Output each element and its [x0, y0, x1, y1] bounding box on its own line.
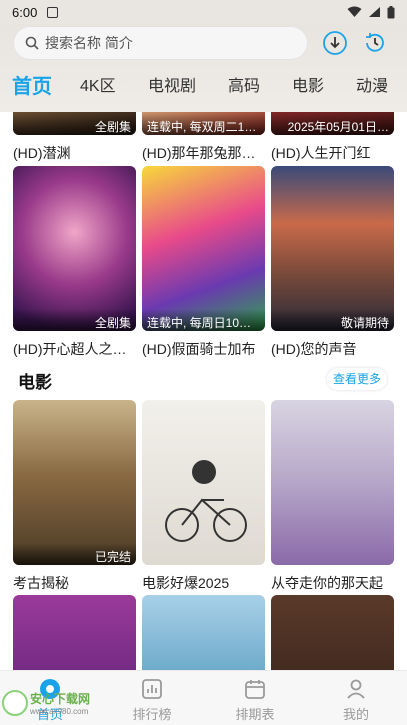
- tabbar-label: 排期表: [235, 707, 275, 722]
- section-title-movies: 电影: [18, 373, 52, 392]
- tab-4k[interactable]: 4K区: [80, 72, 116, 96]
- signal-icon: [369, 7, 380, 17]
- status-badge: 连载中, 每周日10…: [142, 309, 265, 331]
- video-title: (HD)开心超人之…: [13, 341, 127, 357]
- video-title: (HD)潜渊: [13, 145, 71, 161]
- video-card[interactable]: 全剧集 (HD)开心超人之…: [13, 166, 136, 359]
- video-card[interactable]: 敬请期待 (HD)您的声音: [271, 166, 394, 359]
- bicycle-illustration: [165, 460, 247, 542]
- search-placeholder: 搜索名称 简介: [45, 35, 133, 51]
- watermark: 安心下载网 www.ax980.com: [2, 690, 90, 716]
- schedule-icon: [245, 680, 265, 699]
- poster-image: 连载中, 每双周二1…: [142, 112, 265, 135]
- tab-home[interactable]: 首页: [12, 70, 52, 99]
- video-card[interactable]: 全剧集 (HD)潜渊: [13, 112, 136, 163]
- video-card[interactable]: 2025年05月01日… (HD)人生开门红: [271, 112, 394, 163]
- header: 搜索名称 简介 首页 4K区 电视剧 高码 电影 动漫: [0, 24, 407, 112]
- status-time: 6:00: [12, 4, 38, 20]
- video-card[interactable]: 已完结 考古揭秘: [13, 400, 136, 593]
- tabbar-label: 我的: [342, 707, 369, 722]
- status-badge: 已完结: [13, 543, 136, 565]
- watermark-site: 安心下载网: [30, 692, 91, 706]
- video-title: 电影好爆2025: [142, 575, 230, 591]
- tabbar-item-schedule[interactable]: 排期表: [225, 677, 285, 723]
- tabbar-item-ranking[interactable]: 排行榜: [122, 677, 182, 723]
- status-badge: 全剧集: [13, 309, 136, 331]
- poster-image: 敬请期待: [271, 166, 394, 331]
- video-title: (HD)人生开门红: [271, 145, 371, 161]
- notification-icon: [47, 6, 59, 18]
- poster-image: 已完结: [13, 400, 136, 565]
- video-card[interactable]: [271, 595, 394, 670]
- poster-image: 2025年05月01日…: [271, 112, 394, 135]
- status-badge: 全剧集: [13, 113, 136, 135]
- poster-image: [13, 595, 136, 670]
- poster-image: [271, 595, 394, 670]
- poster-image: [142, 400, 265, 565]
- poster-image: 全剧集: [13, 166, 136, 331]
- tab-movies[interactable]: 电影: [292, 72, 324, 96]
- status-bar: 6:00: [0, 0, 407, 24]
- content-feed: 全剧集 (HD)潜渊 连载中, 每双周二1… (HD)那年那兔那… 2025年0…: [0, 112, 407, 670]
- poster-image: [271, 400, 394, 565]
- watermark-logo-icon: [2, 690, 28, 716]
- poster-image: [142, 595, 265, 670]
- poster-image: 全剧集: [13, 112, 136, 135]
- tabbar-item-profile[interactable]: 我的: [326, 677, 386, 723]
- poster-image: 连载中, 每周日10…: [142, 166, 265, 331]
- search-icon: [25, 36, 39, 50]
- video-card[interactable]: 连载中, 每双周二1… (HD)那年那兔那…: [142, 112, 265, 163]
- download-icon[interactable]: [322, 30, 348, 56]
- video-card[interactable]: 连载中, 每周日10… (HD)假面骑士加布: [142, 166, 265, 359]
- video-card[interactable]: 电影好爆2025: [142, 400, 265, 593]
- battery-icon: [387, 5, 395, 18]
- tabbar-label: 排行榜: [132, 707, 172, 722]
- category-tabs: 首页 4K区 电视剧 高码 电影 动漫: [0, 70, 407, 98]
- video-title: 考古揭秘: [13, 575, 69, 591]
- status-badge: 敬请期待: [271, 309, 394, 331]
- history-icon[interactable]: [362, 30, 388, 56]
- watermark-domain: www.ax980.com: [30, 707, 89, 716]
- tab-high-bitrate[interactable]: 高码: [228, 72, 260, 96]
- video-title: (HD)那年那兔那…: [142, 145, 256, 161]
- see-more-button[interactable]: 查看更多: [327, 368, 388, 390]
- search-input[interactable]: 搜索名称 简介: [13, 26, 308, 60]
- video-card[interactable]: [142, 595, 265, 670]
- status-badge: 2025年05月01日…: [271, 113, 394, 135]
- video-card[interactable]: 从夺走你的那天起: [271, 400, 394, 593]
- video-card[interactable]: [13, 595, 136, 670]
- video-title: (HD)假面骑士加布: [142, 341, 256, 357]
- ranking-icon: [142, 679, 162, 699]
- status-badge: 连载中, 每双周二1…: [142, 113, 265, 135]
- video-title: (HD)您的声音: [271, 341, 357, 357]
- tab-tv-series[interactable]: 电视剧: [148, 72, 196, 96]
- video-title: 从夺走你的那天起: [271, 575, 383, 591]
- tab-anime[interactable]: 动漫: [356, 72, 388, 96]
- profile-icon: [347, 679, 365, 699]
- wifi-icon: [347, 6, 362, 17]
